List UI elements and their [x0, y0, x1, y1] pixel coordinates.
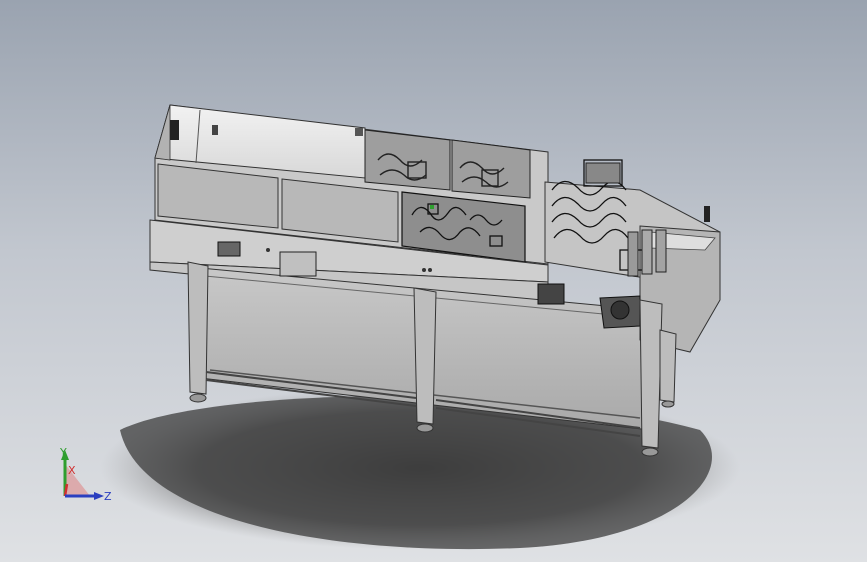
viewing-window-right — [451, 139, 531, 199]
orientation-triad: Y X Z — [59, 446, 112, 503]
gearbox[interactable] — [599, 295, 641, 329]
sensor-post — [704, 206, 710, 222]
control-box[interactable] — [217, 241, 241, 257]
roller-cylinders — [627, 229, 667, 277]
name-plate — [279, 251, 317, 277]
door-handle[interactable] — [170, 120, 179, 140]
x-axis-label: X — [68, 464, 76, 477]
z-axis-label: Z — [104, 490, 112, 503]
motor-label — [537, 283, 565, 305]
cad-viewport[interactable]: Y X Z — [0, 0, 867, 562]
viewing-window-left — [364, 129, 451, 191]
machine-3d-model[interactable] — [0, 0, 867, 562]
door-latch[interactable] — [212, 125, 218, 135]
y-axis-label: Y — [59, 446, 67, 459]
